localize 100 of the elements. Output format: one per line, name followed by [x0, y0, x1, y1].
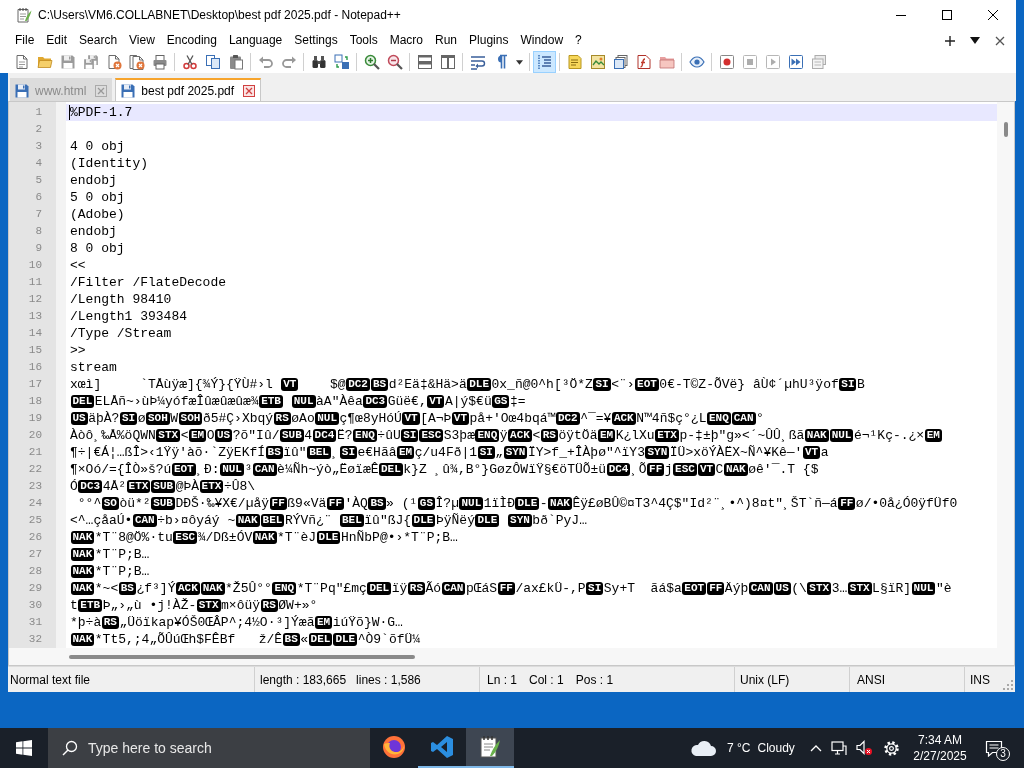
code-text: Sy+T ãá$a [603, 580, 682, 597]
control-code-badge: BS [265, 446, 283, 459]
menu-item[interactable]: Search [73, 30, 124, 51]
control-code-badge: DLE [475, 514, 500, 527]
line-number: 4 [34, 156, 43, 171]
menu-item[interactable]: Encoding [160, 30, 223, 51]
notepad-icon [478, 735, 502, 759]
note-icon [566, 54, 583, 70]
control-code-badge: EM [397, 446, 415, 459]
chevron-up-icon[interactable] [810, 744, 822, 752]
control-code-badge: RS [273, 412, 291, 425]
control-code-badge: BEL [260, 514, 285, 527]
control-code-badge: ETB [259, 395, 283, 408]
close-icon[interactable] [994, 35, 1005, 46]
code-text: < [180, 427, 189, 444]
map-page-icon [589, 54, 606, 70]
code-text: (\ [791, 580, 807, 597]
control-code-badge: FF [497, 582, 515, 595]
menu-item[interactable]: Language [222, 30, 289, 51]
zoom-in-icon [363, 54, 380, 70]
code-text: Ãó [425, 580, 442, 597]
pages-cross-icon [128, 54, 145, 70]
control-code-badge: EM [924, 429, 942, 442]
code-text: C [715, 461, 724, 478]
close-icon[interactable] [243, 84, 256, 97]
search-icon [62, 740, 78, 756]
position-label: Pos : 1 [575, 671, 614, 689]
control-code-badge: ENQ [272, 582, 297, 595]
control-code-badge: NAK [804, 429, 829, 442]
horizontal-scrollbar[interactable] [9, 648, 1014, 665]
control-code-badge: NAK [548, 497, 572, 510]
menu-item[interactable]: View [123, 30, 161, 51]
menu-item[interactable]: Edit [40, 30, 74, 51]
resize-grip-icon[interactable] [1003, 680, 1013, 690]
line-number: 2 [34, 122, 43, 137]
function-page-icon [635, 54, 652, 70]
notepad-icon [16, 7, 32, 23]
speaker-muted-icon[interactable] [856, 740, 872, 756]
clock-button[interactable]: 7:34 AM 2/27/2025 [906, 728, 974, 768]
cloud-icon [690, 739, 716, 757]
line-number: 15 [27, 343, 43, 358]
control-code-badge: VT [402, 412, 420, 425]
menu-item[interactable]: Window [514, 30, 570, 51]
control-code-badge: CAN [748, 582, 773, 595]
code-text: ß9«Vä [287, 495, 327, 512]
redo-icon [280, 54, 297, 70]
control-code-badge: BS [368, 497, 386, 510]
plus-icon[interactable] [944, 35, 955, 46]
control-code-badge: RS [407, 582, 426, 595]
control-code-badge: EOT [682, 582, 707, 595]
line-number: 7 [34, 207, 43, 222]
menu-item[interactable]: Macro [383, 30, 429, 51]
taskbar-button[interactable] [466, 728, 514, 768]
code-text: *T¨èJ [277, 529, 317, 546]
vertical-scrollbar[interactable] [997, 102, 1014, 648]
code-text: è¼Ñh~ýò„ËøïæÊ [277, 461, 379, 478]
control-code-badge: RS [101, 616, 119, 629]
line-number: 13 [27, 309, 43, 324]
control-code-badge: CAN [132, 514, 157, 527]
code-text: endobj [70, 172, 117, 189]
dropdown-arrow-icon[interactable] [969, 35, 980, 46]
search-field[interactable]: Type here to search [48, 728, 370, 768]
menu-item[interactable]: Tools [343, 30, 384, 51]
control-code-badge: CAN [252, 463, 277, 476]
code-text: bð`PyJ… [532, 512, 587, 529]
code-text: Àòô¸‰Å%öQWN [70, 427, 156, 444]
monitor-icon[interactable] [831, 740, 847, 756]
menu-item[interactable]: Settings [288, 30, 344, 51]
code-text: ¸ [331, 444, 340, 461]
notification-button[interactable]: 3 [974, 728, 1014, 768]
code-text: L§ïR] [872, 580, 912, 597]
menu-item[interactable]: Run [429, 30, 464, 51]
menu-item[interactable]: Plugins [463, 30, 515, 51]
code-text: Ó [70, 478, 78, 495]
menu-item[interactable]: ? [569, 30, 588, 51]
code-text: ÏÜ>xöÝÀËX~Ñ^¥Kê—' [669, 444, 803, 461]
menu-item[interactable]: File [9, 30, 41, 51]
control-code-badge: EM [188, 429, 207, 442]
control-code-badge: US [773, 582, 791, 595]
scrollbar-thumb[interactable] [69, 654, 415, 659]
gear-icon[interactable] [882, 739, 900, 757]
code-text: ïÿ [391, 580, 408, 597]
control-code-badge: ENQ [706, 412, 731, 425]
control-code-badge: BEL [307, 446, 331, 459]
code-text: %PDF-1.7 [70, 104, 133, 121]
scrollbar-thumb[interactable] [1003, 122, 1008, 137]
control-code-badge: ESC [419, 429, 444, 442]
line-count-label: lines : 1,586 [356, 671, 421, 689]
line-number: 30 [27, 598, 43, 613]
code-text: DÐŠ·‰¥X€/µåÿ [175, 495, 270, 512]
control-code-badge: DC2 [346, 378, 370, 391]
weather-button[interactable]: 7 °C Cloudy [686, 728, 806, 768]
line-number: 26 [27, 530, 43, 545]
code-text: /Filter /FlateDecode [70, 274, 227, 291]
code-text: ØW+»° [278, 597, 318, 614]
code-text: 0x_ñ@0^h[³Ö*Z [491, 376, 593, 393]
line-number: 5 [34, 173, 43, 188]
folder-icon [36, 54, 53, 70]
tab[interactable]: best pdf 2025.pdf [115, 78, 262, 101]
code-text: e€Hãâ [357, 444, 397, 461]
